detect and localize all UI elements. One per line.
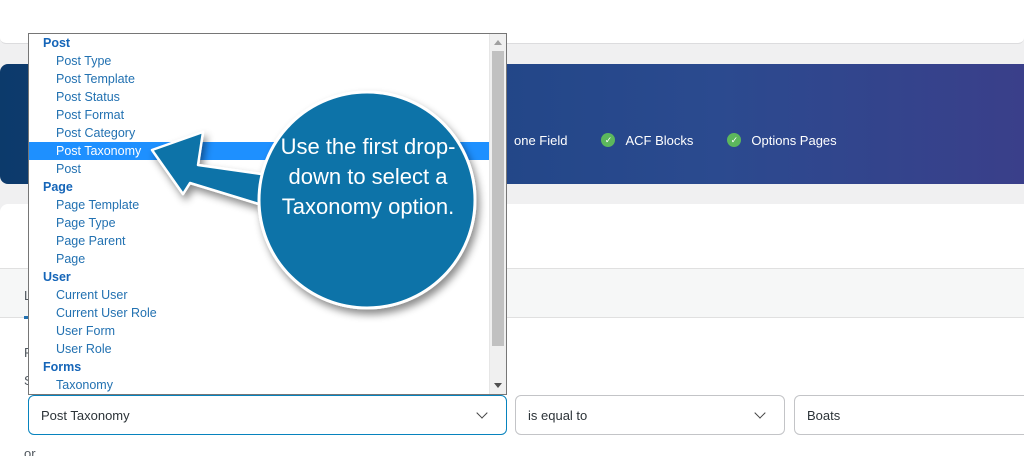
list-option[interactable]: User Role: [29, 340, 490, 358]
rule-param-value: Post Taxonomy: [41, 407, 130, 423]
list-option[interactable]: Page Parent: [29, 232, 490, 250]
listbox-scrollbar[interactable]: [489, 34, 506, 394]
list-option[interactable]: Taxonomy: [29, 376, 490, 394]
scroll-up-arrow-icon[interactable]: [494, 40, 502, 45]
list-option[interactable]: Current User: [29, 286, 490, 304]
rule-value-select[interactable]: Boats: [794, 395, 1024, 435]
chevron-down-icon: [754, 407, 766, 419]
check-icon: ✓: [727, 133, 742, 147]
list-option[interactable]: Page: [29, 250, 490, 268]
list-option[interactable]: Current User Role: [29, 304, 490, 322]
rule-operator-select[interactable]: is equal to: [515, 395, 785, 435]
scroll-down-arrow-icon[interactable]: [494, 383, 502, 388]
banner-features: ✓ one Field ✓ ACF Blocks ✓ Options Pages: [490, 130, 871, 150]
callout-text: Use the first drop-down to select a Taxo…: [280, 134, 456, 219]
list-option[interactable]: Post Format: [29, 106, 490, 124]
list-option[interactable]: Post Template: [29, 70, 490, 88]
banner-feature-label: one Field: [514, 132, 568, 148]
or-label: or: [24, 446, 36, 456]
optgroup-label: Forms: [43, 360, 82, 374]
banner-feature-label: Options Pages: [751, 132, 837, 148]
banner-feature: ✓ ACF Blocks: [601, 133, 693, 148]
rule-value-value: Boats: [807, 407, 841, 423]
list-option[interactable]: Post Status: [29, 88, 490, 106]
rule-operator-value: is equal to: [528, 407, 588, 423]
banner-feature-label: ACF Blocks: [625, 132, 694, 148]
check-icon: ✓: [601, 133, 616, 147]
chevron-down-icon: [476, 407, 488, 419]
banner-feature: ✓ Options Pages: [727, 132, 837, 148]
optgroup-label: User: [43, 270, 71, 284]
list-option[interactable]: Post Type: [29, 52, 490, 70]
rule-param-select[interactable]: Post Taxonomy: [28, 395, 507, 435]
optgroup-label: Post: [43, 36, 71, 50]
scrollbar-thumb[interactable]: [492, 51, 504, 346]
list-option[interactable]: User Form: [29, 322, 490, 340]
